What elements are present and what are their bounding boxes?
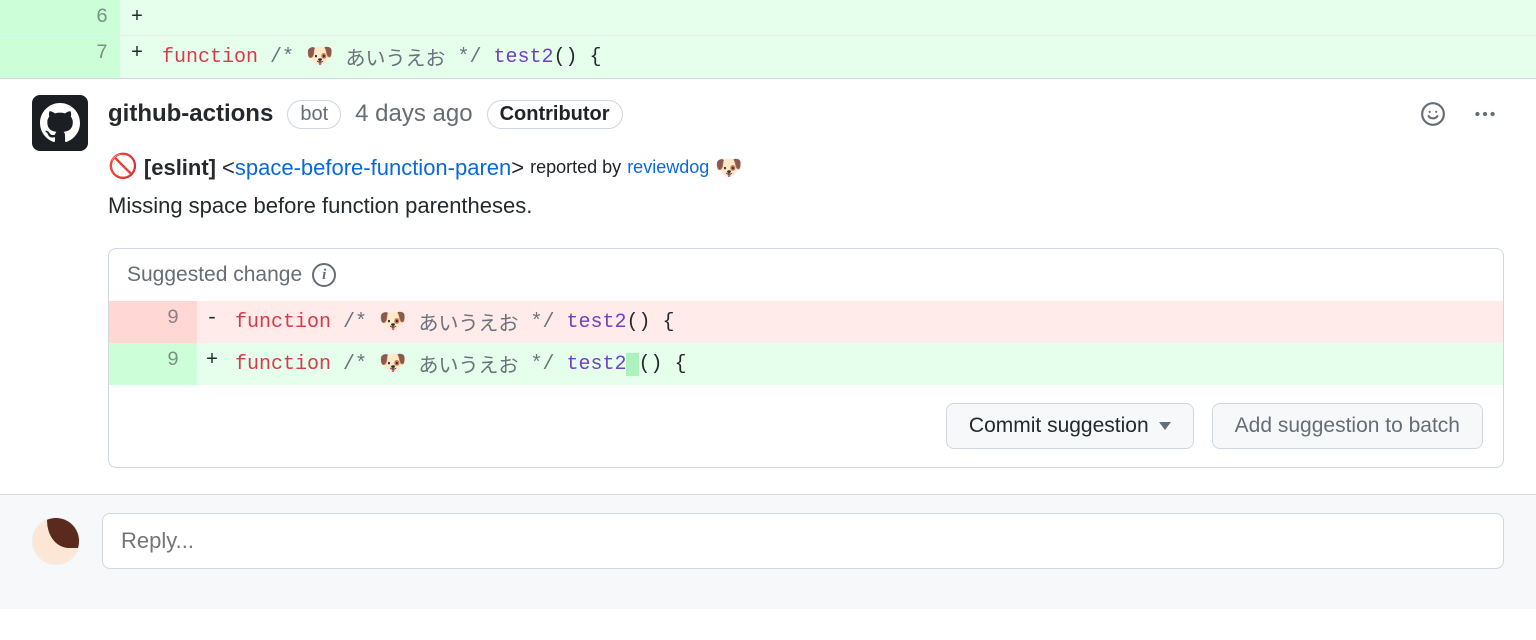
comment-menu-button[interactable] bbox=[1466, 95, 1504, 133]
new-line-number: 7 bbox=[60, 36, 120, 78]
button-label: Commit suggestion bbox=[969, 414, 1149, 438]
code-content: function /* 🐶 あいうえお */ test2 () { bbox=[227, 343, 687, 385]
line-number: 9 bbox=[109, 301, 197, 343]
diff-deletion-line: 9 - function /* 🐶 あいうえお */ test2 () { bbox=[109, 301, 1503, 343]
bot-badge: bot bbox=[287, 100, 341, 129]
kebab-icon bbox=[1472, 101, 1498, 127]
suggestion-actions: Commit suggestion Add suggestion to batc… bbox=[109, 385, 1503, 467]
add-reaction-button[interactable] bbox=[1414, 95, 1452, 133]
button-label: Add suggestion to batch bbox=[1235, 414, 1460, 438]
code-token: () { bbox=[553, 46, 601, 69]
reporter-link[interactable]: reviewdog bbox=[627, 154, 709, 181]
function-name-token: test2 bbox=[566, 311, 626, 334]
lint-message: Missing space before function parenthese… bbox=[108, 189, 1504, 222]
no-entry-icon: 🚫 bbox=[108, 149, 138, 185]
comment-token: */ bbox=[530, 311, 566, 334]
suggested-change-label: Suggested change bbox=[127, 263, 302, 287]
dog-icon: 🐶 bbox=[306, 44, 333, 70]
code-content bbox=[154, 0, 162, 35]
function-name-token: test2 bbox=[493, 46, 553, 69]
diff-line: . 6 + bbox=[0, 0, 1536, 35]
lint-rule-link[interactable]: space-before-function-paren bbox=[235, 155, 511, 180]
comment-token: /* bbox=[331, 311, 379, 334]
line-number: 9 bbox=[109, 343, 197, 385]
reply-input[interactable] bbox=[102, 513, 1504, 569]
diff-sign: + bbox=[120, 36, 154, 78]
info-icon[interactable]: i bbox=[312, 263, 336, 287]
comment-token: */ bbox=[530, 353, 566, 376]
diff-sign: + bbox=[120, 0, 154, 35]
comment-text: 🚫 [eslint] <space-before-function-paren>… bbox=[108, 149, 1504, 222]
diff-addition-line: 9 + function /* 🐶 あいうえお */ test2 () { bbox=[109, 343, 1503, 385]
comment-token: あいうえお bbox=[406, 307, 530, 337]
file-diff: . 6 + . 7 + function /* 🐶 あいうえお */ test2… bbox=[0, 0, 1536, 78]
code-content: function /* 🐶 あいうえお */ test2 () { bbox=[227, 301, 675, 343]
keyword-token: function bbox=[162, 46, 258, 69]
comment-token: */ bbox=[457, 46, 493, 69]
comment-token: /* bbox=[331, 353, 379, 376]
dog-icon: 🐶 bbox=[715, 151, 742, 184]
code-token: () { bbox=[626, 311, 674, 334]
review-comment: github-actions bot 4 days ago Contributo… bbox=[0, 78, 1536, 494]
keyword-token: function bbox=[235, 353, 331, 376]
smiley-icon bbox=[1420, 101, 1446, 127]
reported-by-label: reported by bbox=[530, 154, 621, 181]
code-token: () { bbox=[639, 353, 687, 376]
diff-line: . 7 + function /* 🐶 あいうえお */ test2 () { bbox=[0, 35, 1536, 78]
comment-token: あいうえお bbox=[333, 42, 457, 72]
contributor-badge: Contributor bbox=[487, 100, 623, 129]
chevron-down-icon bbox=[1159, 422, 1171, 430]
reply-bar bbox=[0, 494, 1536, 609]
author-avatar[interactable] bbox=[32, 95, 88, 151]
comment-token: /* bbox=[258, 46, 306, 69]
suggested-change-header: Suggested change i bbox=[109, 249, 1503, 301]
code-content: function /* 🐶 あいうえお */ test2 () { bbox=[154, 36, 602, 78]
author-name[interactable]: github-actions bbox=[108, 100, 273, 128]
current-user-avatar[interactable] bbox=[32, 517, 80, 565]
dog-icon: 🐶 bbox=[379, 351, 406, 377]
keyword-token: function bbox=[235, 311, 331, 334]
github-icon bbox=[40, 103, 80, 143]
add-suggestion-to-batch-button[interactable]: Add suggestion to batch bbox=[1212, 403, 1483, 449]
dog-icon: 🐶 bbox=[379, 309, 406, 335]
comment-timestamp[interactable]: 4 days ago bbox=[355, 100, 472, 128]
linter-tag: [eslint] bbox=[144, 151, 216, 184]
old-line-number: . bbox=[0, 36, 60, 78]
commit-suggestion-button[interactable]: Commit suggestion bbox=[946, 403, 1194, 449]
inserted-space bbox=[626, 353, 638, 376]
comment-token: あいうえお bbox=[406, 349, 530, 379]
diff-sign: - bbox=[197, 301, 227, 343]
new-line-number: 6 bbox=[60, 0, 120, 35]
function-name-token: test2 bbox=[566, 353, 626, 376]
comment-header: github-actions bot 4 days ago Contributo… bbox=[108, 95, 1504, 133]
old-line-number: . bbox=[0, 0, 60, 35]
diff-sign: + bbox=[197, 343, 227, 385]
suggested-change: Suggested change i 9 - function /* 🐶 あいう… bbox=[108, 248, 1504, 468]
